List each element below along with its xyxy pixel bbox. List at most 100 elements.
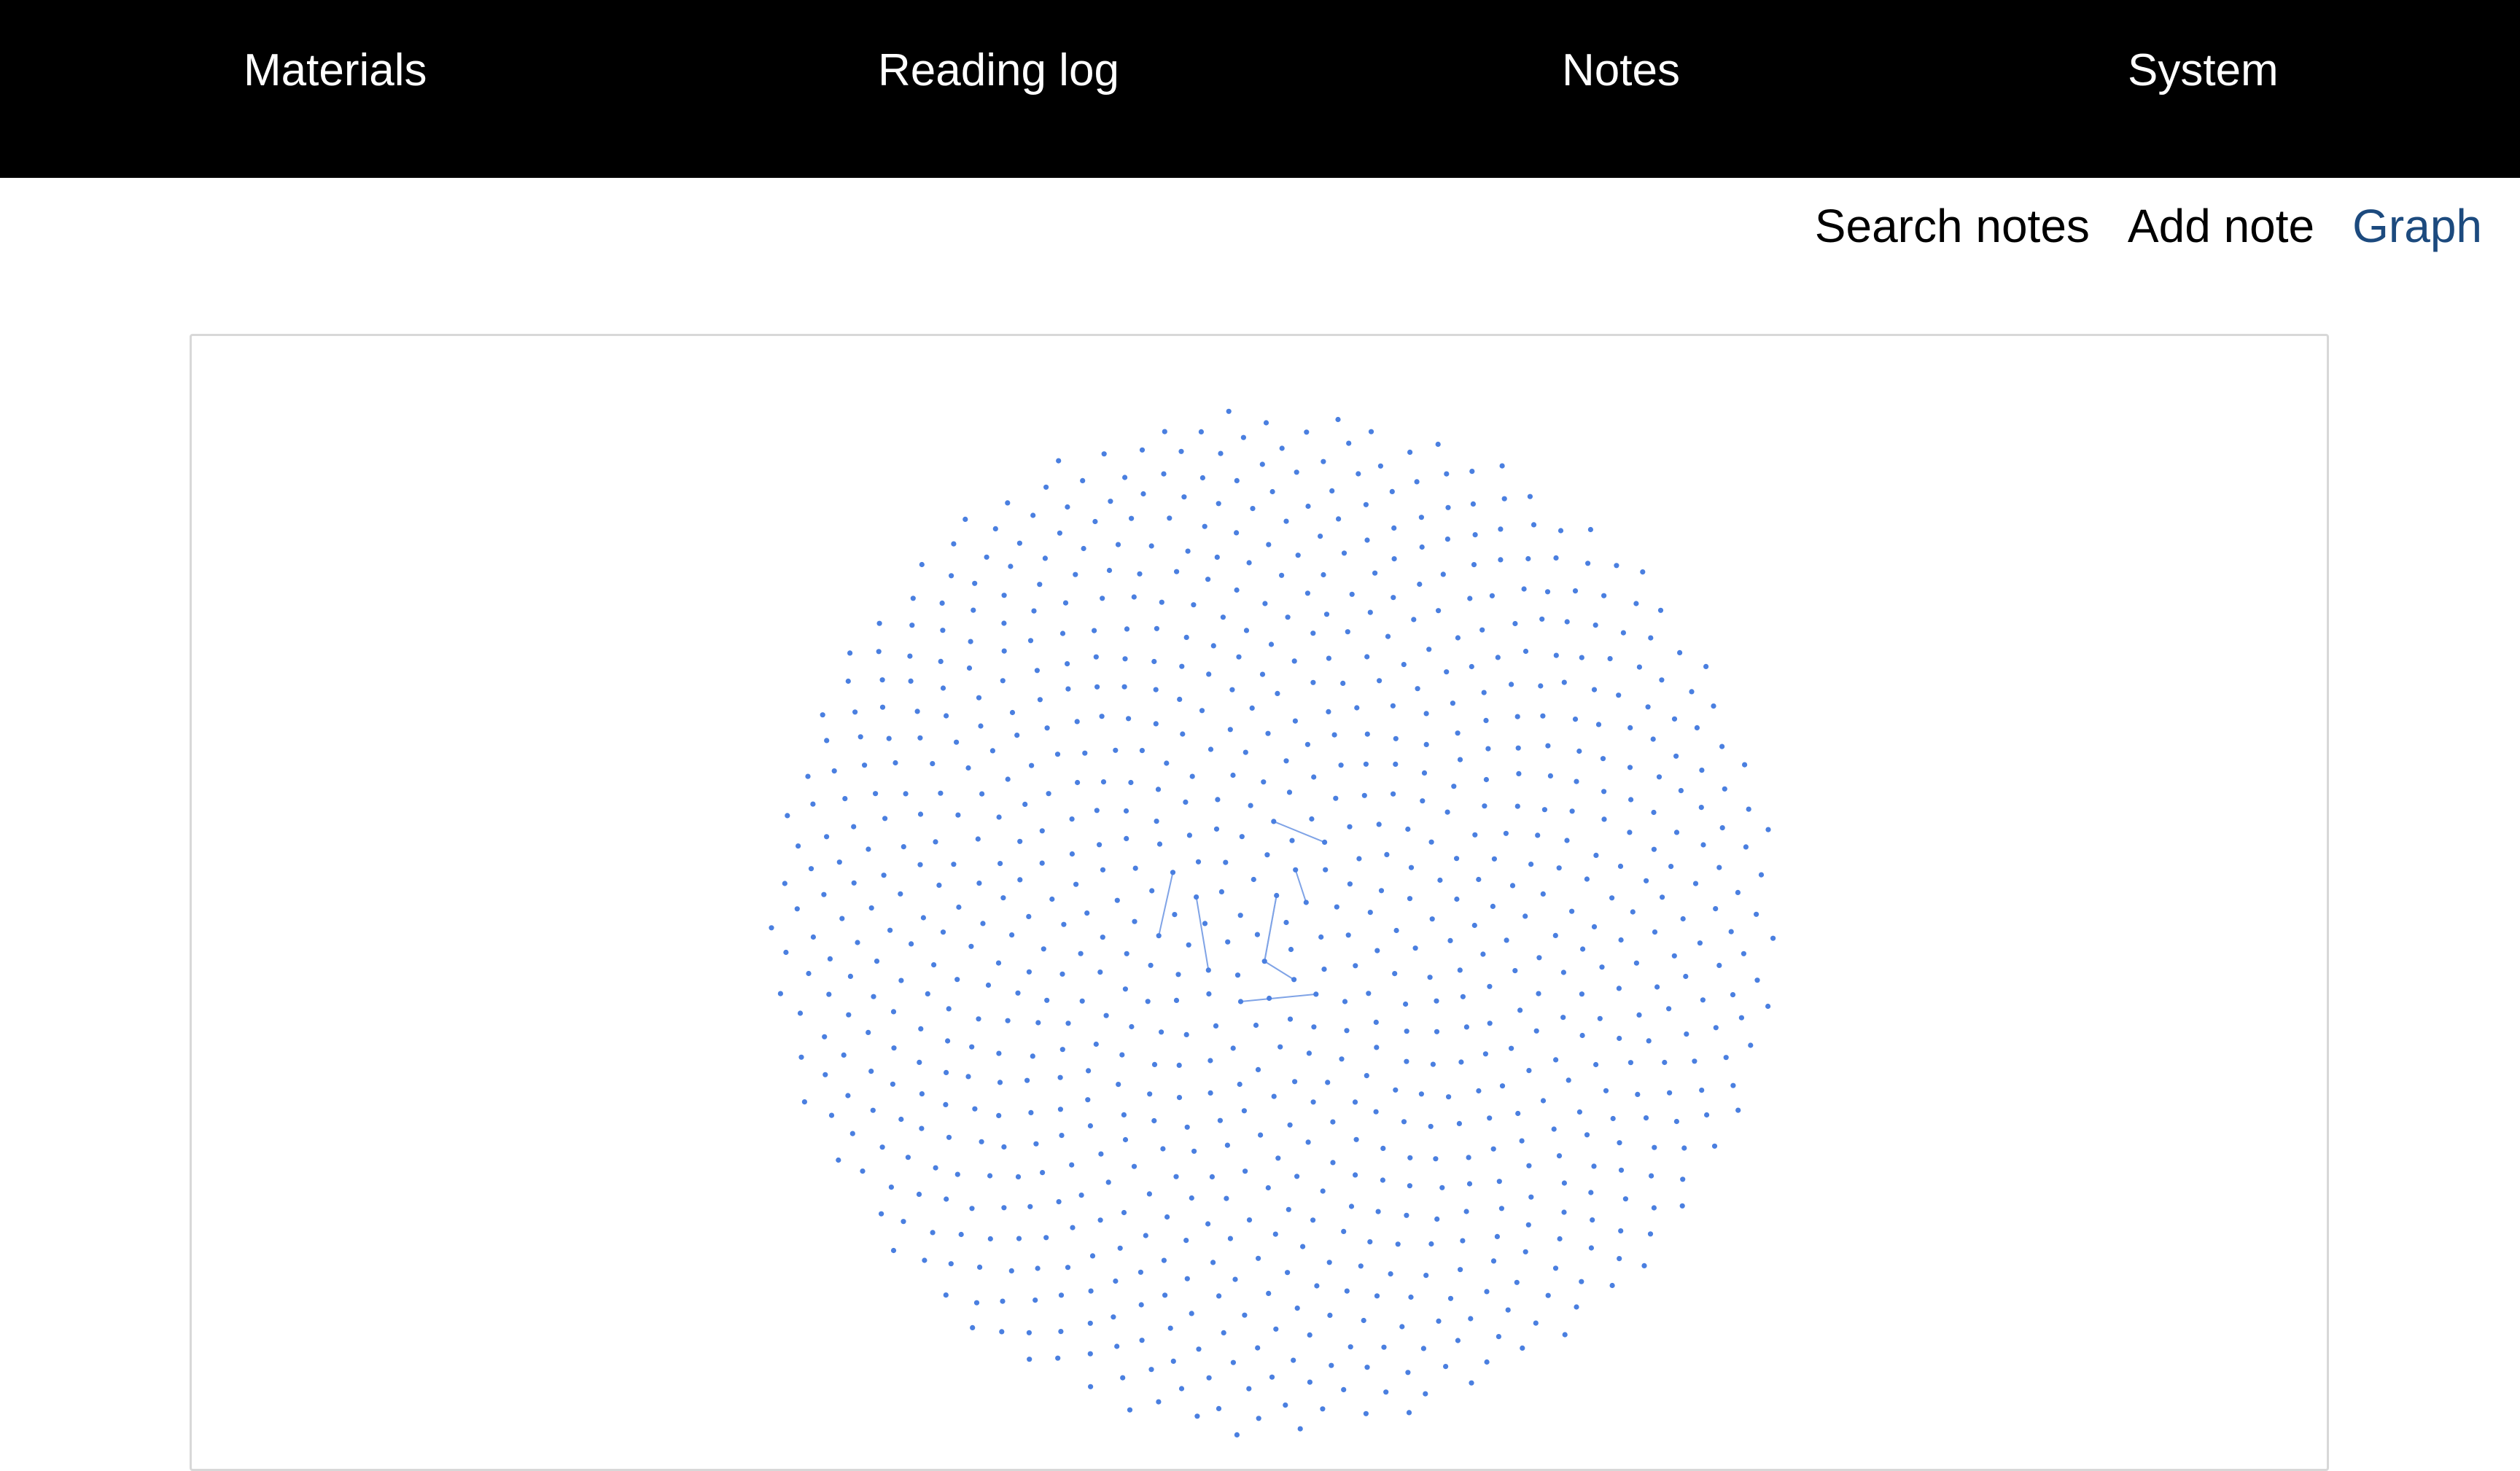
graph-node[interactable] [1198, 429, 1204, 434]
graph-node[interactable] [1346, 440, 1352, 446]
graph-node[interactable] [1275, 690, 1280, 696]
graph-node[interactable] [810, 934, 816, 940]
graph-node[interactable] [1600, 756, 1606, 762]
graph-node[interactable] [1742, 762, 1748, 768]
graph-node[interactable] [1278, 1044, 1283, 1050]
graph-node[interactable] [1274, 892, 1280, 899]
graph-node[interactable] [1283, 758, 1289, 764]
graph-node[interactable] [1037, 697, 1043, 703]
graph-node[interactable] [1552, 1265, 1559, 1271]
graph-node[interactable] [901, 1219, 906, 1225]
graph-node[interactable] [1318, 534, 1323, 539]
graph-node[interactable] [1300, 1244, 1306, 1249]
graph-node[interactable] [1540, 891, 1546, 897]
graph-node[interactable] [1716, 865, 1722, 870]
graph-node[interactable] [999, 1329, 1005, 1335]
graph-node[interactable] [1673, 753, 1679, 759]
graph-node[interactable] [1415, 686, 1420, 692]
graph-node[interactable] [917, 1059, 922, 1065]
graph-node[interactable] [1719, 744, 1725, 749]
graph-node[interactable] [1470, 501, 1476, 507]
graph-node[interactable] [1075, 779, 1081, 786]
graph-node[interactable] [868, 1069, 874, 1074]
graph-node[interactable] [1258, 1132, 1264, 1138]
graph-node[interactable] [930, 761, 936, 767]
graph-node[interactable] [1423, 1273, 1429, 1279]
graph-node[interactable] [1363, 1410, 1369, 1416]
graph-node[interactable] [1262, 601, 1268, 606]
graph-node[interactable] [1654, 984, 1660, 990]
graph-node[interactable] [1429, 916, 1435, 922]
graph-node[interactable] [1121, 1209, 1127, 1216]
graph-node[interactable] [1093, 654, 1099, 660]
graph-node[interactable] [1078, 1193, 1084, 1198]
graph-node[interactable] [989, 748, 995, 754]
graph-node[interactable] [1579, 991, 1584, 997]
graph-node[interactable] [1599, 964, 1605, 970]
graph-node[interactable] [1039, 828, 1045, 834]
graph-node[interactable] [1436, 1318, 1442, 1324]
graph-node[interactable] [1286, 789, 1293, 795]
graph-node[interactable] [978, 723, 984, 729]
graph-node[interactable] [1393, 1087, 1399, 1093]
graph-node[interactable] [1213, 826, 1220, 832]
graph-node[interactable] [1210, 1260, 1216, 1265]
graph-node[interactable] [1172, 912, 1178, 918]
graph-node[interactable] [1671, 953, 1677, 959]
graph-node[interactable] [909, 623, 915, 628]
graph-node[interactable] [1307, 1379, 1312, 1385]
graph-node[interactable] [1427, 975, 1433, 980]
graph-node[interactable] [1569, 808, 1575, 814]
graph-node[interactable] [1106, 567, 1113, 574]
nav-system[interactable]: System [2128, 38, 2279, 104]
graph-node[interactable] [1363, 502, 1369, 507]
graph-node[interactable] [1124, 951, 1129, 956]
graph-node[interactable] [1175, 972, 1181, 978]
graph-node[interactable] [1074, 719, 1080, 725]
graph-node[interactable] [1001, 620, 1007, 626]
graph-node[interactable] [858, 734, 863, 740]
graph-node[interactable] [1008, 1268, 1014, 1273]
graph-node[interactable] [1516, 770, 1522, 776]
graph-node[interactable] [1618, 1167, 1625, 1173]
graph-node[interactable] [1765, 827, 1771, 832]
graph-node[interactable] [976, 1016, 981, 1022]
graph-node[interactable] [1100, 867, 1106, 873]
graph-node[interactable] [1514, 714, 1520, 719]
graph-node[interactable] [1310, 679, 1316, 685]
graph-node[interactable] [1306, 1050, 1312, 1056]
graph-node[interactable] [1593, 1061, 1599, 1068]
graph-node[interactable] [1553, 1057, 1559, 1063]
graph-node[interactable] [1562, 1332, 1568, 1338]
graph-node[interactable] [1444, 471, 1450, 477]
graph-node[interactable] [860, 1168, 866, 1174]
graph-node[interactable] [1269, 488, 1275, 495]
graph-node[interactable] [1418, 1091, 1424, 1097]
graph-node[interactable] [1603, 1088, 1609, 1093]
graph-node[interactable] [1509, 883, 1516, 889]
graph-node[interactable] [996, 1050, 1002, 1056]
graph-node[interactable] [890, 1081, 895, 1087]
graph-node[interactable] [917, 811, 924, 817]
graph-node[interactable] [1538, 683, 1544, 689]
graph-node[interactable] [1325, 1080, 1331, 1085]
graph-node[interactable] [1323, 612, 1330, 617]
graph-node[interactable] [824, 834, 830, 840]
graph-node[interactable] [1484, 1359, 1490, 1365]
graph-node[interactable] [1504, 937, 1509, 943]
graph-node[interactable] [1097, 1217, 1103, 1223]
graph-node[interactable] [1285, 614, 1291, 620]
graph-node[interactable] [1471, 562, 1477, 568]
graph-node[interactable] [881, 873, 887, 878]
graph-node[interactable] [1770, 935, 1776, 941]
graph-node[interactable] [1703, 663, 1709, 669]
graph-node[interactable] [870, 1107, 876, 1113]
graph-node[interactable] [1401, 1119, 1407, 1125]
graph-node[interactable] [1069, 851, 1075, 857]
graph-node[interactable] [1614, 563, 1619, 569]
graph-node[interactable] [1754, 911, 1759, 917]
graph-node[interactable] [1645, 704, 1651, 710]
graph-node[interactable] [1223, 859, 1229, 865]
graph-node[interactable] [868, 905, 874, 911]
graph-node[interactable] [1700, 842, 1706, 848]
